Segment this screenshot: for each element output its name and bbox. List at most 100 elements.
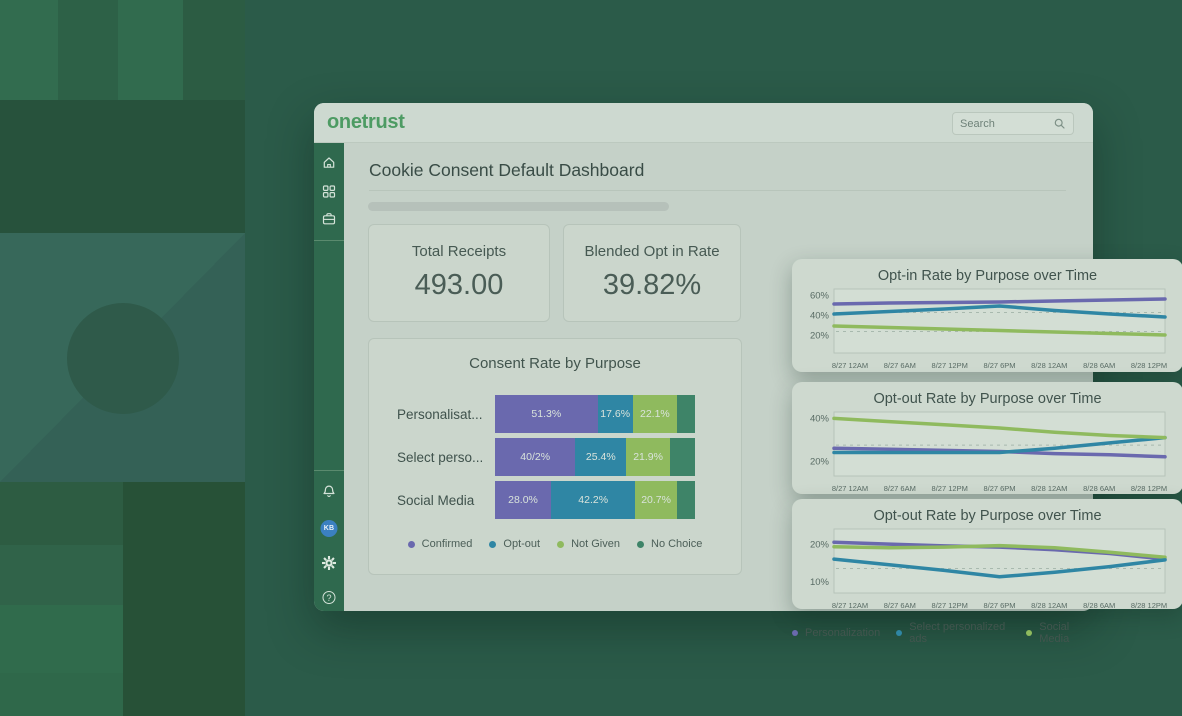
legend-label: Social Media bbox=[1039, 621, 1093, 645]
bar-segment: 22.1% bbox=[633, 395, 677, 433]
bg-shape bbox=[0, 0, 58, 100]
line-chart-holder: 60%40%20%8/27 12AM8/27 6AM8/27 12PM8/27 … bbox=[792, 285, 1182, 373]
bar-segment-label: 42.2% bbox=[578, 494, 608, 506]
grid-icon bbox=[322, 184, 337, 199]
stat-value: 493.00 bbox=[369, 269, 549, 302]
legend-dot bbox=[637, 541, 644, 548]
skeleton-progress-bar bbox=[368, 202, 669, 211]
legend-item: Confirmed bbox=[408, 538, 473, 550]
x-axis-label: 8/27 6AM bbox=[884, 361, 916, 370]
bar-track: 40/2%25.4%21.9% bbox=[495, 438, 695, 476]
x-axis-label: 8/28 6AM bbox=[1083, 601, 1115, 610]
legend-item: No Choice bbox=[637, 538, 702, 550]
topbar: onetrust bbox=[314, 103, 1093, 143]
legend-label: Confirmed bbox=[422, 538, 473, 550]
gear-icon bbox=[321, 555, 337, 571]
x-axis-label: 8/28 12PM bbox=[1131, 601, 1167, 610]
time-legend: Personalization Select personalized ads So… bbox=[792, 621, 1093, 645]
briefcase-icon bbox=[322, 211, 337, 226]
bar-row-label: Social Media bbox=[397, 493, 495, 508]
consent-legend: Confirmed Opt-out Not Given No Choice bbox=[369, 538, 741, 550]
x-axis-label: 8/27 12AM bbox=[832, 361, 868, 370]
bar-segment: 51.3% bbox=[495, 395, 598, 433]
x-axis-label: 8/27 12AM bbox=[832, 601, 868, 610]
y-axis-tick: 40% bbox=[810, 414, 830, 425]
sidebar-item-workspace[interactable] bbox=[322, 211, 337, 226]
bar-segment-label: 22.1% bbox=[640, 408, 670, 420]
x-axis-label: 8/27 12AM bbox=[832, 484, 868, 493]
consent-bar-rows: Personalisat...51.3%17.6%22.1% Select per… bbox=[397, 395, 695, 524]
chart-title: Opt-out Rate by Purpose over Time bbox=[792, 508, 1182, 524]
bg-shape bbox=[0, 482, 123, 545]
search-box[interactable] bbox=[952, 112, 1074, 135]
line-chart-holder: 40%20%8/27 12AM8/27 6AM8/27 12PM8/27 6PM… bbox=[792, 408, 1182, 496]
chart-title: Consent Rate by Purpose bbox=[369, 355, 741, 372]
chart-title: Opt-in Rate by Purpose over Time bbox=[792, 268, 1182, 284]
x-axis-label: 8/27 6AM bbox=[884, 484, 916, 493]
x-axis-label: 8/28 12AM bbox=[1031, 484, 1067, 493]
stat-value: 39.82% bbox=[564, 269, 740, 302]
bar-segment bbox=[677, 481, 695, 519]
bar-segment: 21.9% bbox=[626, 438, 670, 476]
legend-label: No Choice bbox=[651, 538, 702, 550]
bg-shape bbox=[0, 545, 123, 605]
sidebar-user-avatar[interactable]: KB bbox=[321, 520, 338, 537]
search-input[interactable] bbox=[960, 118, 1053, 130]
stat-card-blended-opt-in: Blended Opt in Rate 39.82% bbox=[563, 224, 741, 322]
bar-row-label: Select perso... bbox=[397, 450, 495, 465]
x-axis-label: 8/27 6PM bbox=[983, 601, 1015, 610]
legend-label: Not Given bbox=[571, 538, 620, 550]
x-axis-label: 8/28 12AM bbox=[1031, 361, 1067, 370]
consent-rate-chart-card: Consent Rate by Purpose Personalisat...5… bbox=[368, 338, 742, 575]
bar-row-label: Personalisat... bbox=[397, 407, 495, 422]
bar-segment: 40/2% bbox=[495, 438, 575, 476]
x-axis-label: 8/28 6AM bbox=[1083, 361, 1115, 370]
sidebar-item-home[interactable] bbox=[322, 155, 337, 170]
bar-segment-label: 28.0% bbox=[508, 494, 538, 506]
sidebar-item-notifications[interactable] bbox=[322, 484, 337, 499]
bg-shape bbox=[0, 673, 123, 716]
y-axis-tick: 20% bbox=[810, 539, 830, 550]
bg-shape bbox=[118, 0, 183, 100]
x-axis-label: 8/27 12PM bbox=[932, 601, 968, 610]
bell-icon bbox=[322, 484, 337, 499]
y-axis-tick: 20% bbox=[810, 330, 830, 341]
legend-item: Opt-out bbox=[489, 538, 540, 550]
bar-track: 28.0%42.2%20.7% bbox=[495, 481, 695, 519]
bar-segment: 25.4% bbox=[575, 438, 626, 476]
bg-shape bbox=[183, 0, 245, 100]
sidebar-item-apps[interactable] bbox=[322, 184, 337, 199]
legend-dot bbox=[557, 541, 564, 548]
chart-title: Opt-out Rate by Purpose over Time bbox=[792, 391, 1182, 407]
stat-label: Blended Opt in Rate bbox=[564, 243, 740, 260]
line-chart-holder: 20%10%8/27 12AM8/27 6AM8/27 12PM8/27 6PM… bbox=[792, 525, 1182, 613]
legend-item: Personalization bbox=[792, 627, 880, 639]
onetrust-logo[interactable]: onetrust bbox=[327, 111, 405, 134]
avatar[interactable]: KB bbox=[321, 520, 338, 537]
x-axis-label: 8/28 12AM bbox=[1031, 601, 1067, 610]
legend-label: Select personalized ads bbox=[909, 621, 1010, 645]
help-icon: ? bbox=[323, 591, 336, 604]
legend-item: Social Media bbox=[1026, 621, 1093, 645]
line-chart-plot: 40%20%8/27 12AM8/27 6AM8/27 12PM8/27 6PM… bbox=[804, 408, 1171, 496]
line-chart-plot: 60%40%20%8/27 12AM8/27 6AM8/27 12PM8/27 … bbox=[804, 285, 1171, 373]
stat-card-total-receipts: Total Receipts 493.00 bbox=[368, 224, 550, 322]
stat-label: Total Receipts bbox=[369, 243, 549, 260]
legend-label: Opt-out bbox=[503, 538, 540, 550]
search-icon[interactable] bbox=[1053, 117, 1066, 130]
plot-area bbox=[834, 529, 1165, 593]
bar-row: Personalisat...51.3%17.6%22.1% bbox=[397, 395, 695, 433]
bg-shape bbox=[0, 100, 245, 233]
sidebar-item-settings[interactable] bbox=[321, 555, 337, 571]
legend-dot bbox=[489, 541, 496, 548]
legend-dot bbox=[792, 630, 798, 636]
legend-dot bbox=[896, 630, 902, 636]
home-icon bbox=[322, 155, 337, 170]
legend-item: Not Given bbox=[557, 538, 620, 550]
legend-dot bbox=[408, 541, 415, 548]
sidebar-item-help[interactable]: ? bbox=[323, 591, 336, 604]
bar-track: 51.3%17.6%22.1% bbox=[495, 395, 695, 433]
bg-circle bbox=[67, 303, 179, 414]
divider bbox=[369, 190, 1066, 191]
page-title: Cookie Consent Default Dashboard bbox=[369, 160, 644, 181]
